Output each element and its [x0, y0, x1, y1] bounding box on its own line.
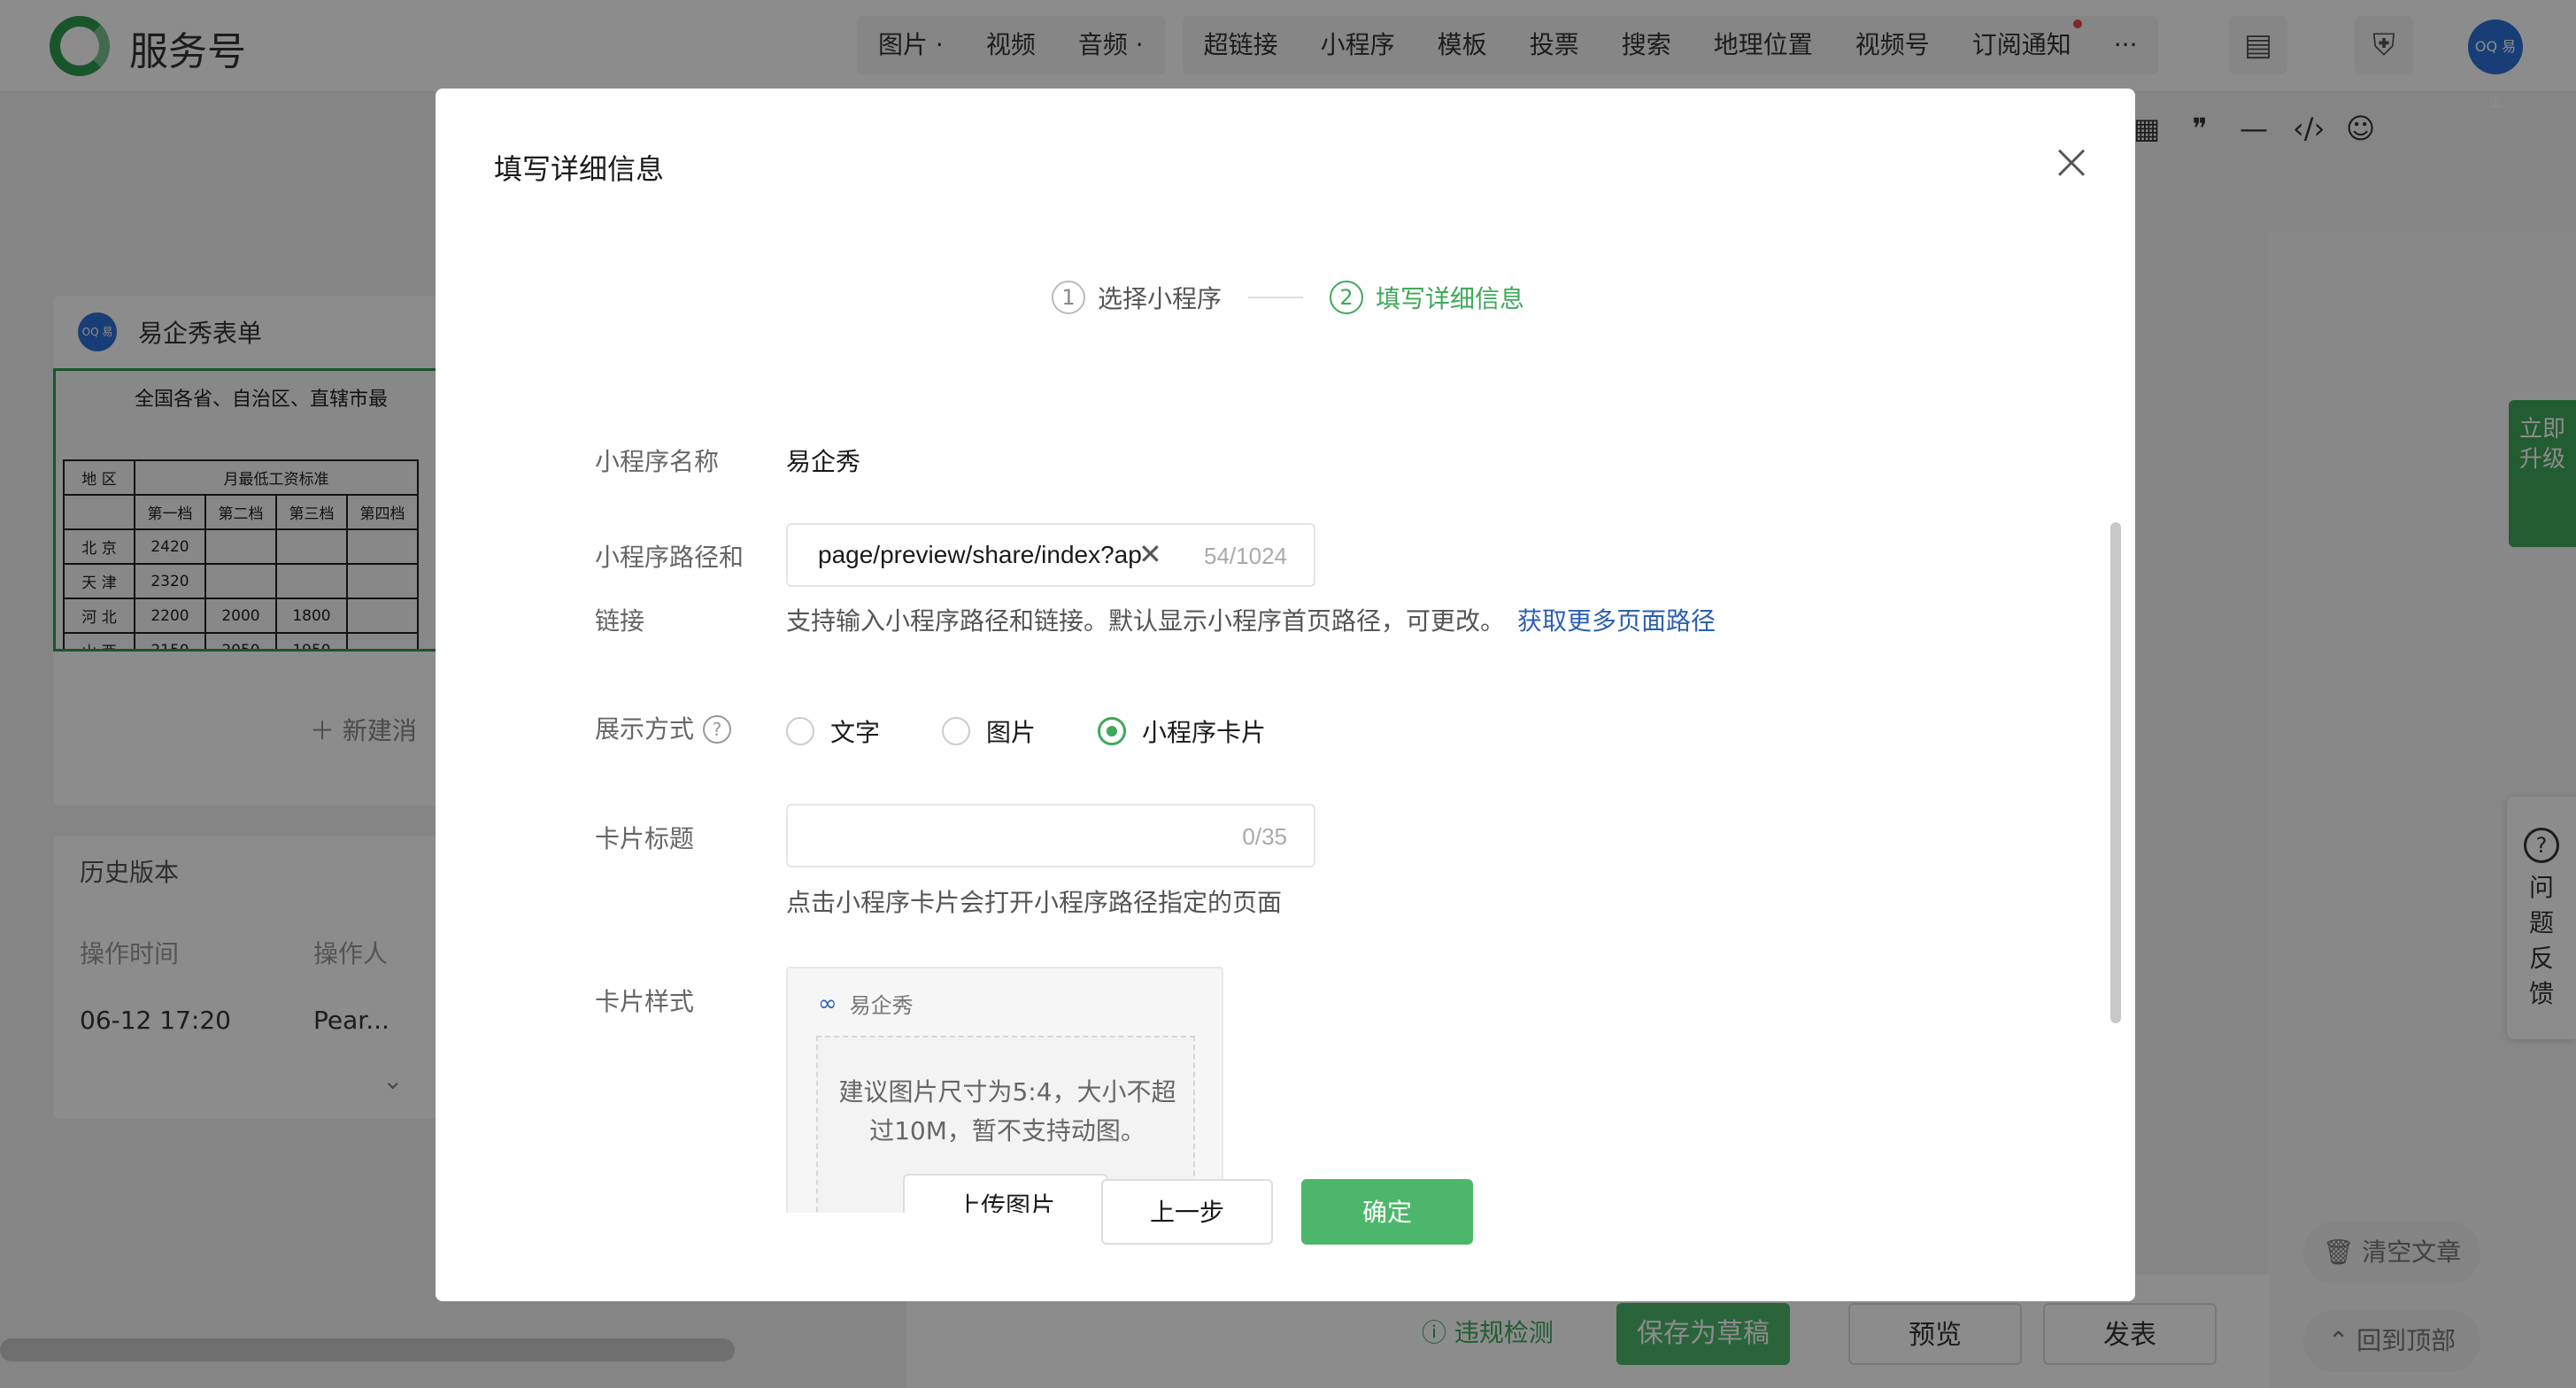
- card-preview: ∞ 易企秀 建议图片尺寸为5:4，大小不超 过10M，暂不支持动图。 上传图片: [786, 967, 1223, 1213]
- radio-image[interactable]: 图片: [942, 713, 1036, 749]
- miniprogram-name-label: 小程序名称: [595, 447, 720, 476]
- stepper: 1 选择小程序 2 填写详细信息: [1052, 280, 1524, 315]
- card-preview-name: 易企秀: [849, 993, 914, 1018]
- radio-text[interactable]: 文字: [786, 713, 880, 749]
- display-mode-radio-group: 文字 图片 小程序卡片: [786, 713, 1328, 749]
- close-icon[interactable]: ×: [2047, 135, 2096, 187]
- card-title-hint: 点击小程序卡片会打开小程序路径指定的页面: [786, 888, 1283, 917]
- upload-hint-line: 过10M，暂不支持动图。: [869, 1116, 1145, 1145]
- step-number: 2: [1330, 281, 1364, 314]
- miniprogram-name-value: 易企秀: [786, 447, 861, 476]
- radio-miniprogram-card[interactable]: 小程序卡片: [1098, 713, 1266, 749]
- card-title-input[interactable]: 0/35: [786, 804, 1315, 868]
- path-input-value: page/preview/share/index?ap: [818, 541, 1142, 568]
- upload-hint: 建议图片尺寸为5:4，大小不超 过10M，暂不支持动图。: [818, 1073, 1197, 1151]
- display-mode-text: 展示方式: [595, 714, 695, 744]
- path-label-cont: 链接: [595, 606, 645, 636]
- radio-label: 图片: [986, 718, 1037, 747]
- upload-hint-line: 建议图片尺寸为5:4，大小不超: [838, 1077, 1176, 1107]
- upload-image-button[interactable]: 上传图片: [903, 1174, 1108, 1213]
- clear-icon[interactable]: ✕: [1138, 537, 1162, 571]
- radio-circle: [942, 717, 971, 745]
- dialog-title: 填写详细信息: [494, 152, 665, 186]
- step-label: 填写详细信息: [1376, 284, 1525, 313]
- step-connector: [1248, 297, 1304, 298]
- dialog-scrollbar[interactable]: [2109, 451, 2123, 1213]
- radio-circle-checked: [1098, 717, 1127, 745]
- path-char-count: 54/1024: [1204, 543, 1287, 569]
- card-style-label: 卡片样式: [595, 987, 695, 1016]
- path-input[interactable]: page/preview/share/index?ap ✕ 54/1024: [786, 523, 1315, 587]
- more-paths-link[interactable]: 获取更多页面路径: [1517, 606, 1716, 636]
- step-fill-details: 2 填写详细信息: [1330, 280, 1524, 315]
- radio-circle: [786, 717, 814, 745]
- miniprogram-detail-dialog: 填写详细信息 × 1 选择小程序 2 填写详细信息 小程序名称 易企秀 小程序路…: [436, 89, 2135, 1301]
- card-title-label: 卡片标题: [595, 824, 695, 853]
- radio-label: 小程序卡片: [1142, 718, 1267, 747]
- step-select-miniprogram: 1 选择小程序: [1052, 280, 1222, 315]
- path-label: 小程序路径和: [595, 543, 744, 572]
- step-label: 选择小程序: [1098, 284, 1222, 313]
- path-hint: 支持输入小程序路径和链接。默认显示小程序首页路径，可更改。 获取更多页面路径: [786, 602, 1716, 637]
- card-preview-header: ∞ 易企秀: [818, 988, 914, 1019]
- path-hint-text: 支持输入小程序路径和链接。默认显示小程序首页路径，可更改。: [786, 606, 1506, 636]
- step-number: 1: [1052, 281, 1085, 314]
- display-mode-label: 展示方式?: [595, 710, 732, 745]
- dialog-body: 小程序名称 易企秀 小程序路径和 链接 page/preview/share/i…: [436, 354, 2135, 1213]
- help-icon[interactable]: ?: [703, 715, 732, 744]
- miniprogram-logo-icon: ∞: [818, 990, 837, 1017]
- radio-label: 文字: [830, 718, 881, 747]
- scrollbar-thumb[interactable]: [2110, 522, 2121, 1023]
- confirm-button[interactable]: 确定: [1301, 1179, 1473, 1245]
- card-title-char-count: 0/35: [1242, 823, 1287, 850]
- previous-step-button[interactable]: 上一步: [1101, 1179, 1273, 1245]
